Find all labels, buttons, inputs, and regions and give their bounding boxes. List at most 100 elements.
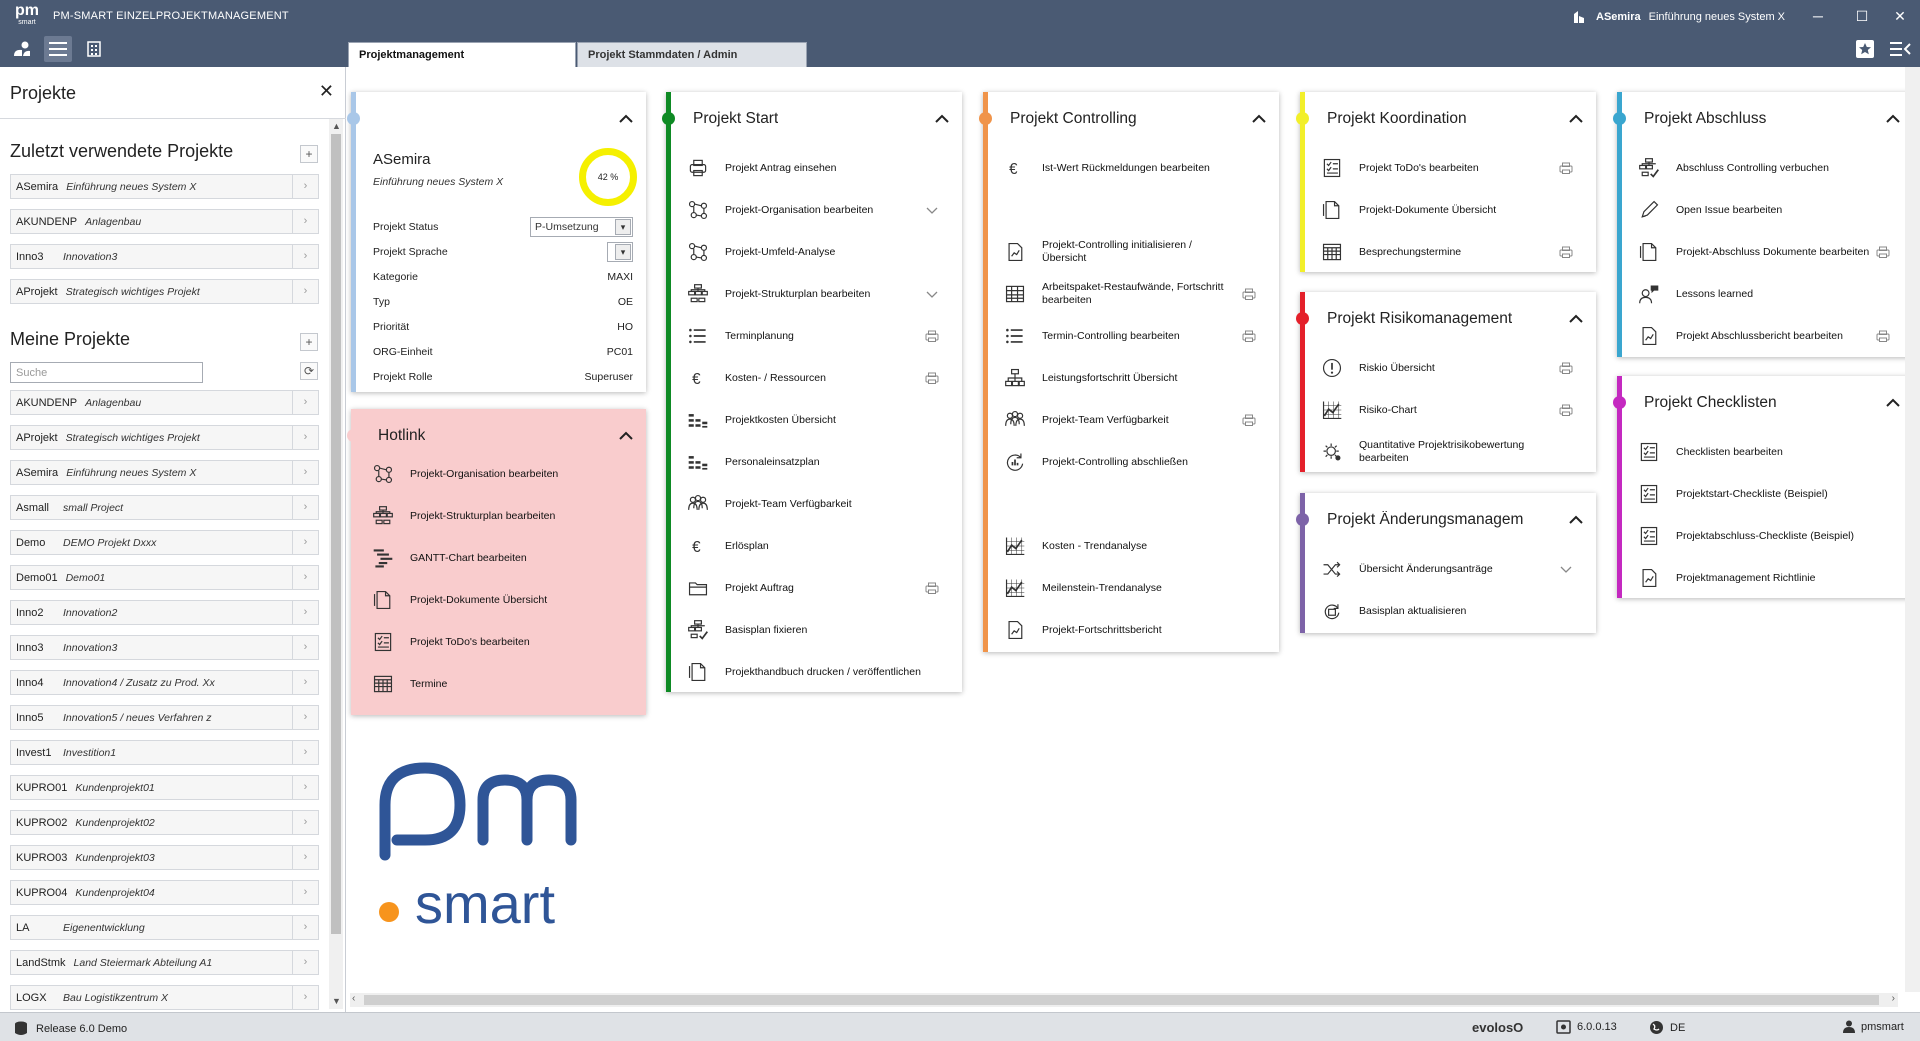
recent-project-row[interactable]: AKUNDENP Anlagenbau › xyxy=(10,209,319,234)
tab-stammdaten[interactable]: Projekt Stammdaten / Admin xyxy=(577,42,807,67)
chevron-right-icon[interactable]: › xyxy=(292,741,318,764)
my-projects-add-button[interactable]: + xyxy=(300,333,318,351)
mine-project-row[interactable]: KUPRO04 Kundenprojekt04 › xyxy=(10,880,319,905)
chevron-right-icon[interactable]: › xyxy=(292,175,318,198)
collapse-panel-button[interactable] xyxy=(1890,38,1912,60)
user-info[interactable]: pmsmart xyxy=(1843,1020,1904,1033)
menu-item[interactable]: € Erlösplan xyxy=(685,529,951,563)
print-icon[interactable] xyxy=(1559,403,1573,417)
collapse-icon[interactable] xyxy=(618,112,634,126)
main-vertical-scrollbar[interactable] xyxy=(1905,67,1920,992)
language-select[interactable]: ▾ xyxy=(607,242,633,262)
collapse-icon[interactable] xyxy=(934,112,950,126)
sidebar-close-icon[interactable]: ✕ xyxy=(319,81,334,102)
menu-item[interactable]: Projektabschluss-Checkliste (Beispiel) xyxy=(1636,519,1902,553)
collapse-icon[interactable] xyxy=(1568,312,1584,326)
menu-item[interactable]: Besprechungstermine xyxy=(1319,235,1585,269)
menu-item[interactable]: Projekt-Organisation bearbeiten xyxy=(685,193,951,227)
menu-item[interactable]: Checklisten bearbeiten xyxy=(1636,435,1902,469)
collapse-icon[interactable] xyxy=(1885,112,1901,126)
chevron-right-icon[interactable]: › xyxy=(292,846,318,869)
recent-project-row[interactable]: Inno3 Innovation3 › xyxy=(10,244,319,269)
menu-item[interactable]: Projekt-Abschluss Dokumente bearbeiten xyxy=(1636,235,1902,269)
chevron-right-icon[interactable]: › xyxy=(292,881,318,904)
recent-add-button[interactable]: + xyxy=(300,145,318,163)
chevron-down-icon[interactable] xyxy=(925,203,939,217)
menu-item[interactable]: Projekt ToDo's bearbeiten xyxy=(370,625,635,659)
close-window-button[interactable]: ✕ xyxy=(1878,0,1920,32)
menu-item[interactable]: Basisplan aktualisieren xyxy=(1319,594,1585,628)
main-horizontal-scrollbar[interactable]: ‹ › xyxy=(350,993,1898,1007)
chevron-right-icon[interactable]: › xyxy=(292,986,318,1009)
chevron-right-icon[interactable]: › xyxy=(292,245,318,268)
menu-item[interactable]: Projekt Abschlussbericht bearbeiten xyxy=(1636,319,1902,353)
print-icon[interactable] xyxy=(925,371,939,385)
scroll-up-icon[interactable]: ▲ xyxy=(332,121,341,131)
calculator-button[interactable] xyxy=(80,36,108,62)
sidebar-scrollbar[interactable]: ▲ ▼ xyxy=(329,119,343,1009)
menu-item[interactable]: Basisplan fixieren xyxy=(685,613,951,647)
menu-item[interactable]: Projekt-Dokumente Übersicht xyxy=(1319,193,1585,227)
print-icon[interactable] xyxy=(925,329,939,343)
menu-item[interactable]: Projekt-Strukturplan bearbeiten xyxy=(370,499,635,533)
menu-item[interactable]: Projekt-Team Verfügbarkeit xyxy=(1002,403,1268,437)
chevron-down-icon[interactable] xyxy=(925,287,939,301)
mine-project-row[interactable]: Inno3 Innovation3 › xyxy=(10,635,319,660)
mine-project-row[interactable]: Inno4 Innovation4 / Zusatz zu Prod. Xx › xyxy=(10,670,319,695)
chevron-right-icon[interactable]: › xyxy=(292,636,318,659)
collapse-icon[interactable] xyxy=(1885,396,1901,410)
tab-projektmanagement[interactable]: Projektmanagement xyxy=(348,42,576,67)
menu-item[interactable]: Leistungsfortschritt Übersicht xyxy=(1002,361,1268,395)
mine-project-row[interactable]: LOGX Bau Logistikzentrum X › xyxy=(10,985,319,1010)
print-icon[interactable] xyxy=(1876,329,1890,343)
collapse-icon[interactable] xyxy=(1251,112,1267,126)
menu-item[interactable]: Kosten - Trendanalyse xyxy=(1002,529,1268,563)
user-switch-button[interactable] xyxy=(8,36,36,62)
mine-project-row[interactable]: ASemira Einführung neues System X › xyxy=(10,460,319,485)
mine-project-row[interactable]: LandStmk Land Steiermark Abteilung A1 › xyxy=(10,950,319,975)
mine-project-row[interactable]: Demo DEMO Projekt Dxxx › xyxy=(10,530,319,555)
recent-project-row[interactable]: AProjekt Strategisch wichtiges Projekt › xyxy=(10,279,319,304)
mine-project-row[interactable]: Asmall small Project › xyxy=(10,495,319,520)
menu-item[interactable]: Abschluss Controlling verbuchen xyxy=(1636,151,1902,185)
language-selector[interactable]: DE xyxy=(1649,1020,1685,1035)
menu-item[interactable]: Projekt ToDo's bearbeiten xyxy=(1319,151,1585,185)
chevron-right-icon[interactable]: › xyxy=(292,601,318,624)
print-icon[interactable] xyxy=(1876,245,1890,259)
menu-item[interactable]: Projektmanagement Richtlinie xyxy=(1636,561,1902,595)
mine-project-row[interactable]: KUPRO01 Kundenprojekt01 › xyxy=(10,775,319,800)
dropdown-arrow-icon[interactable]: ▾ xyxy=(615,244,631,260)
menu-item[interactable]: Projekt-Fortschrittsbericht xyxy=(1002,613,1268,647)
menu-item[interactable]: Projekt-Umfeld-Analyse xyxy=(685,235,951,269)
chevron-right-icon[interactable]: › xyxy=(292,496,318,519)
menu-item[interactable]: Arbeitspaket-Restaufwände, Fortschritt b… xyxy=(1002,277,1268,311)
print-icon[interactable] xyxy=(1242,413,1256,427)
menu-item[interactable]: Personaleinsatzplan xyxy=(685,445,951,479)
menu-item[interactable]: Termin-Controlling bearbeiten xyxy=(1002,319,1268,353)
recent-project-row[interactable]: ASemira Einführung neues System X › xyxy=(10,174,319,199)
menu-item[interactable]: Projekt-Dokumente Übersicht xyxy=(370,583,635,617)
collapse-icon[interactable] xyxy=(618,429,634,443)
menu-item[interactable]: € Ist-Wert Rückmeldungen bearbeiten xyxy=(1002,151,1268,185)
chevron-right-icon[interactable]: › xyxy=(292,391,318,414)
chevron-down-icon[interactable] xyxy=(1559,562,1573,576)
menu-item[interactable]: Meilenstein-Trendanalyse xyxy=(1002,571,1268,605)
print-icon[interactable] xyxy=(1559,245,1573,259)
mine-project-row[interactable]: Invest1 Investition1 › xyxy=(10,740,319,765)
scroll-left-icon[interactable]: ‹ xyxy=(352,993,355,1004)
menu-item[interactable]: Projekt-Controlling abschließen xyxy=(1002,445,1268,479)
print-icon[interactable] xyxy=(1559,361,1573,375)
sidebar-scroll-thumb[interactable] xyxy=(331,134,341,934)
mine-project-row[interactable]: Inno5 Innovation5 / neues Verfahren z › xyxy=(10,705,319,730)
menu-item[interactable]: Risiko-Chart xyxy=(1319,393,1585,427)
refresh-button[interactable]: ⟳ xyxy=(300,362,318,380)
scroll-down-icon[interactable]: ▼ xyxy=(332,996,341,1006)
menu-item[interactable]: GANTT-Chart bearbeiten xyxy=(370,541,635,575)
collapse-icon[interactable] xyxy=(1568,112,1584,126)
chevron-right-icon[interactable]: › xyxy=(292,951,318,974)
dropdown-arrow-icon[interactable]: ▾ xyxy=(615,219,631,235)
menu-button[interactable] xyxy=(44,36,72,62)
chevron-right-icon[interactable]: › xyxy=(292,280,318,303)
minimize-button[interactable]: ─ xyxy=(1796,0,1840,32)
print-icon[interactable] xyxy=(1242,287,1256,301)
